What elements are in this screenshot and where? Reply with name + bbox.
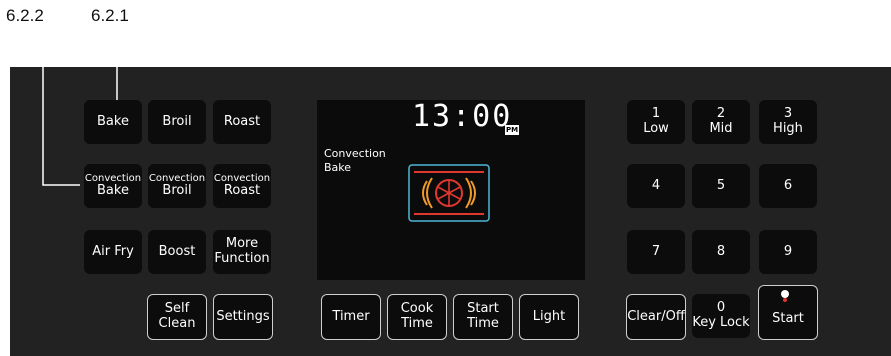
keypad-3-sub: High (773, 121, 803, 136)
convection-broil-button[interactable]: Convection Broil (148, 164, 206, 208)
broil-button[interactable]: Broil (148, 100, 206, 144)
bake-button[interactable]: Bake (84, 100, 142, 144)
cook-label: Cook (400, 301, 434, 317)
light-button[interactable]: Light (519, 294, 579, 340)
start-time-label2: Time (467, 316, 499, 331)
boost-button[interactable]: Boost (148, 230, 206, 274)
air-fry-button[interactable]: Air Fry (84, 230, 142, 274)
more-label: More (225, 236, 259, 252)
keypad-8-digit: 8 (716, 243, 726, 259)
keypad-5[interactable]: 5 (692, 164, 750, 208)
keypad-8[interactable]: 8 (692, 230, 750, 274)
roast-label: Roast (223, 113, 261, 129)
roast-button[interactable]: Roast (213, 100, 271, 144)
keypad-2-mid[interactable]: 2 Mid (692, 100, 750, 144)
clock-readout: 13:00 (412, 99, 513, 134)
keypad-2-digit: 2 (716, 106, 726, 122)
timer-button[interactable]: Timer (321, 294, 381, 340)
key-lock-label: Key Lock (692, 315, 750, 330)
convection-roast-button[interactable]: Convection Roast (213, 164, 271, 208)
display-mode-text: Convection Bake (324, 147, 386, 175)
broil-label: Broil (162, 113, 192, 129)
start-time-label1: Start (467, 301, 499, 317)
bake-label: Bake (97, 113, 129, 129)
keypad-0-key-lock[interactable]: 0 Key Lock (692, 294, 750, 338)
display-mode-line1: Convection (324, 147, 386, 160)
more-function-button[interactable]: More Function (213, 230, 271, 274)
convection-roast-label: Roast (223, 183, 261, 199)
keypad-7-digit: 7 (651, 243, 661, 259)
keypad-3-high[interactable]: 3 High (759, 100, 817, 144)
boost-label: Boost (158, 243, 196, 259)
convection-fan-icon (408, 164, 490, 222)
keypad-3-digit: 3 (783, 106, 793, 122)
keypad-1-low[interactable]: 1 Low (627, 100, 685, 144)
convection-bake-button[interactable]: Convection Bake (84, 164, 142, 208)
cook-time-label: Time (401, 316, 433, 331)
air-fry-label: Air Fry (92, 243, 134, 259)
keypad-4-digit: 4 (651, 177, 661, 193)
keypad-5-digit: 5 (716, 177, 726, 193)
pm-indicator: PM (505, 125, 519, 135)
start-indicator-icon (781, 290, 789, 298)
keypad-1-digit: 1 (651, 106, 661, 122)
convection-bake-label: Bake (97, 183, 129, 199)
keypad-2-sub: Mid (709, 121, 733, 136)
start-time-button[interactable]: Start Time (453, 294, 513, 340)
function-label: Function (214, 251, 270, 266)
self-label: Self (164, 301, 190, 317)
cook-time-button[interactable]: Cook Time (387, 294, 447, 340)
clear-off-label: Clear/Off (627, 308, 685, 324)
clean-label: Clean (158, 316, 196, 331)
keypad-4[interactable]: 4 (627, 164, 685, 208)
settings-button[interactable]: Settings (213, 294, 273, 340)
start-label: Start (772, 311, 804, 327)
keypad-9-digit: 9 (783, 243, 793, 259)
keypad-7[interactable]: 7 (627, 230, 685, 274)
clear-off-button[interactable]: Clear/Off (626, 294, 686, 340)
convection-broil-label: Broil (162, 183, 192, 199)
keypad-0-digit: 0 (716, 300, 726, 316)
light-label: Light (532, 308, 566, 324)
keypad-9[interactable]: 9 (759, 230, 817, 274)
keypad-6[interactable]: 6 (759, 164, 817, 208)
settings-label: Settings (216, 308, 270, 324)
keypad-1-sub: Low (643, 121, 669, 136)
timer-label: Timer (332, 308, 370, 324)
self-clean-button[interactable]: Self Clean (147, 294, 207, 340)
keypad-6-digit: 6 (783, 177, 793, 193)
start-indicator-light-icon (783, 298, 787, 302)
start-button[interactable]: Start (758, 285, 818, 340)
display-mode-line2: Bake (324, 160, 352, 174)
